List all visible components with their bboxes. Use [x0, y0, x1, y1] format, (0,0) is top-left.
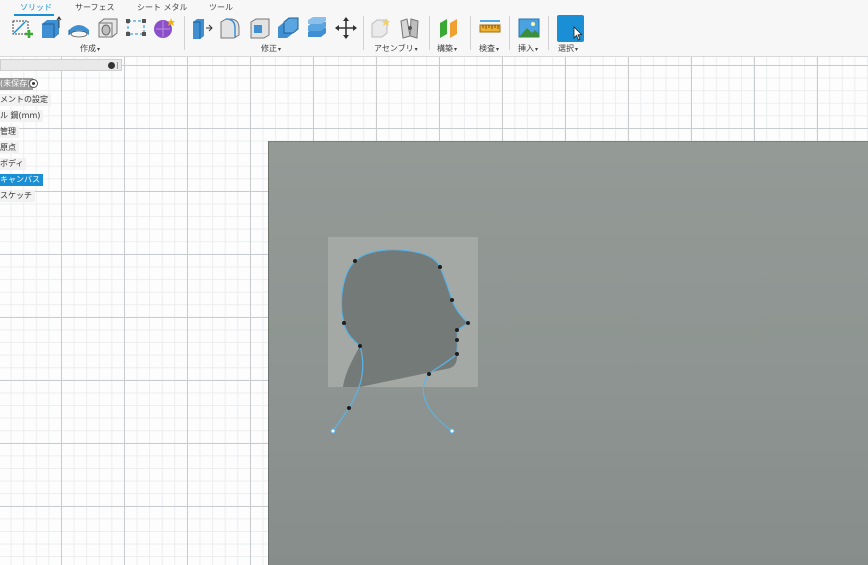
- spline-endpoints[interactable]: [330, 428, 455, 434]
- sketch-profile: [330, 249, 470, 434]
- head-silhouette: [341, 249, 468, 387]
